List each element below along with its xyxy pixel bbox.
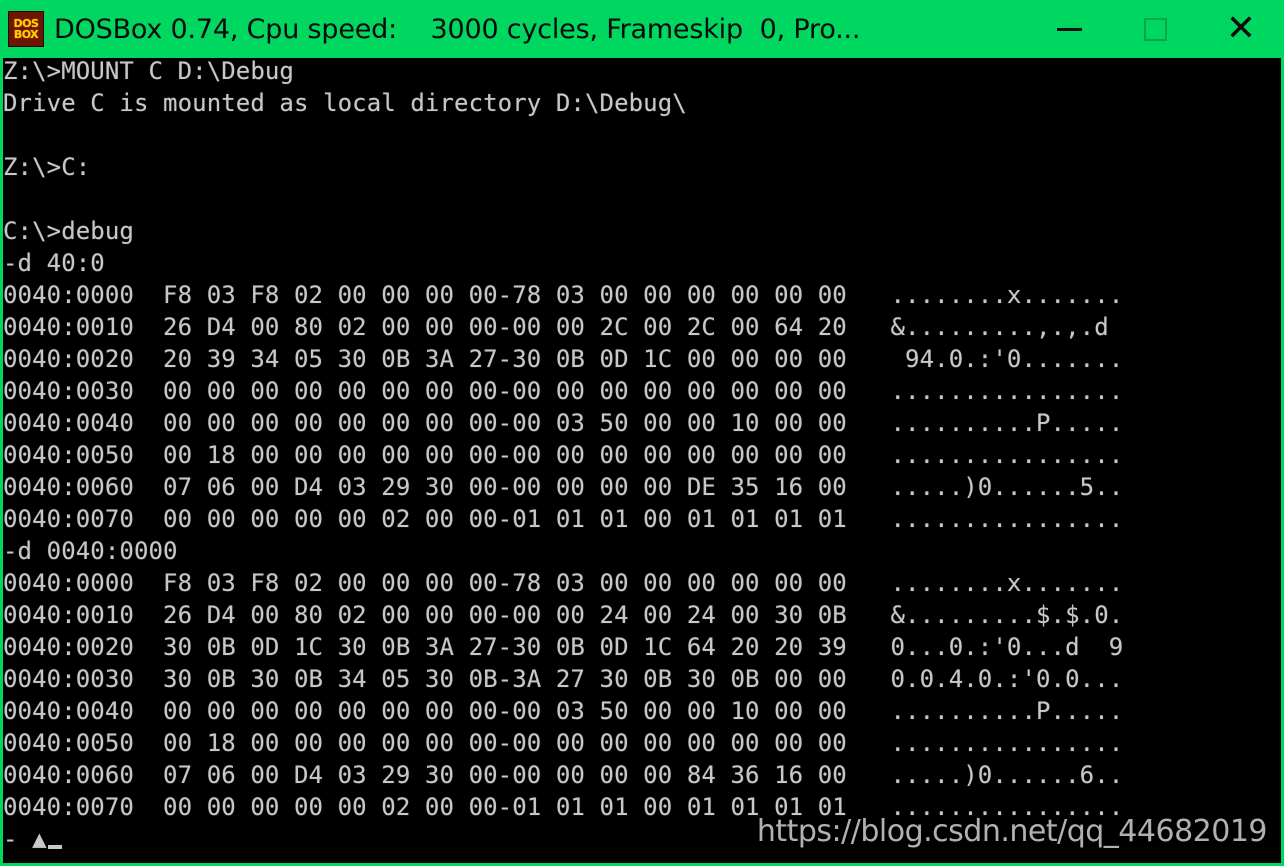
maximize-button[interactable] <box>1112 0 1198 58</box>
terminal-line: C:\>debug <box>3 217 134 245</box>
close-button[interactable]: ✕ <box>1198 0 1284 58</box>
terminal-line: Drive C is mounted as local directory D:… <box>3 89 687 117</box>
terminal-line: 0040:0040 00 00 00 00 00 00 00 00-00 03 … <box>3 697 1124 725</box>
terminal-line: -d 40:0 <box>3 249 105 277</box>
terminal-line: 0040:0020 20 39 34 05 30 0B 3A 27-30 0B … <box>3 345 1124 373</box>
terminal-line: 0040:0020 30 0B 0D 1C 30 0B 3A 27-30 0B … <box>3 633 1124 661</box>
terminal-line: 0040:0030 30 0B 30 0B 34 05 30 0B-3A 27 … <box>3 665 1124 693</box>
terminal-line: 0040:0000 F8 03 F8 02 00 00 00 00-78 03 … <box>3 281 1124 309</box>
terminal-line: 0040:0010 26 D4 00 80 02 00 00 00-00 00 … <box>3 313 1124 341</box>
terminal-line: 0040:0060 07 06 00 D4 03 29 30 00-00 00 … <box>3 473 1124 501</box>
terminal-line: 0040:0010 26 D4 00 80 02 00 00 00-00 00 … <box>3 601 1124 629</box>
maximize-icon <box>1143 17 1167 41</box>
dosbox-window: DOS BOX DOSBox 0.74, Cpu speed: 3000 cyc… <box>0 0 1284 866</box>
dosbox-app-icon: DOS BOX <box>8 11 44 47</box>
terminal-text: Z:\>MOUNT C D:\Debug Drive C is mounted a… <box>3 58 1123 855</box>
prompt-text: - ▲ <box>3 825 47 853</box>
minimize-button[interactable] <box>1026 0 1112 58</box>
title-bar[interactable]: DOS BOX DOSBox 0.74, Cpu speed: 3000 cyc… <box>0 0 1284 58</box>
text-cursor <box>47 845 62 849</box>
terminal-line: 0040:0050 00 18 00 00 00 00 00 00-00 00 … <box>3 729 1124 757</box>
terminal-line: Z:\>MOUNT C D:\Debug <box>3 58 294 85</box>
terminal-line: 0040:0040 00 00 00 00 00 00 00 00-00 03 … <box>3 409 1124 437</box>
terminal-line: -d 0040:0000 <box>3 537 178 565</box>
watermark-text: https://blog.csdn.net/qq_44682019 <box>756 814 1268 849</box>
terminal-line: 0040:0060 07 06 00 D4 03 29 30 00-00 00 … <box>3 761 1124 789</box>
close-icon: ✕ <box>1225 8 1257 49</box>
terminal-surface[interactable]: Z:\>MOUNT C D:\Debug Drive C is mounted a… <box>3 58 1281 863</box>
terminal-line: 0040:0000 F8 03 F8 02 00 00 00 00-78 03 … <box>3 569 1124 597</box>
window-title: DOSBox 0.74, Cpu speed: 3000 cycles, Fra… <box>54 13 861 45</box>
app-icon-line-2: BOX <box>13 28 39 41</box>
terminal-line: 0040:0050 00 18 00 00 00 00 00 00-00 00 … <box>3 441 1124 469</box>
terminal-line: Z:\>C: <box>3 153 91 181</box>
window-controls: ✕ <box>1026 0 1284 58</box>
terminal-line: 0040:0030 00 00 00 00 00 00 00 00-00 00 … <box>3 377 1124 405</box>
minimize-icon <box>1056 27 1082 31</box>
terminal-frame: Z:\>MOUNT C D:\Debug Drive C is mounted a… <box>0 58 1284 866</box>
terminal-line: 0040:0070 00 00 00 00 00 02 00 00-01 01 … <box>3 505 1124 533</box>
